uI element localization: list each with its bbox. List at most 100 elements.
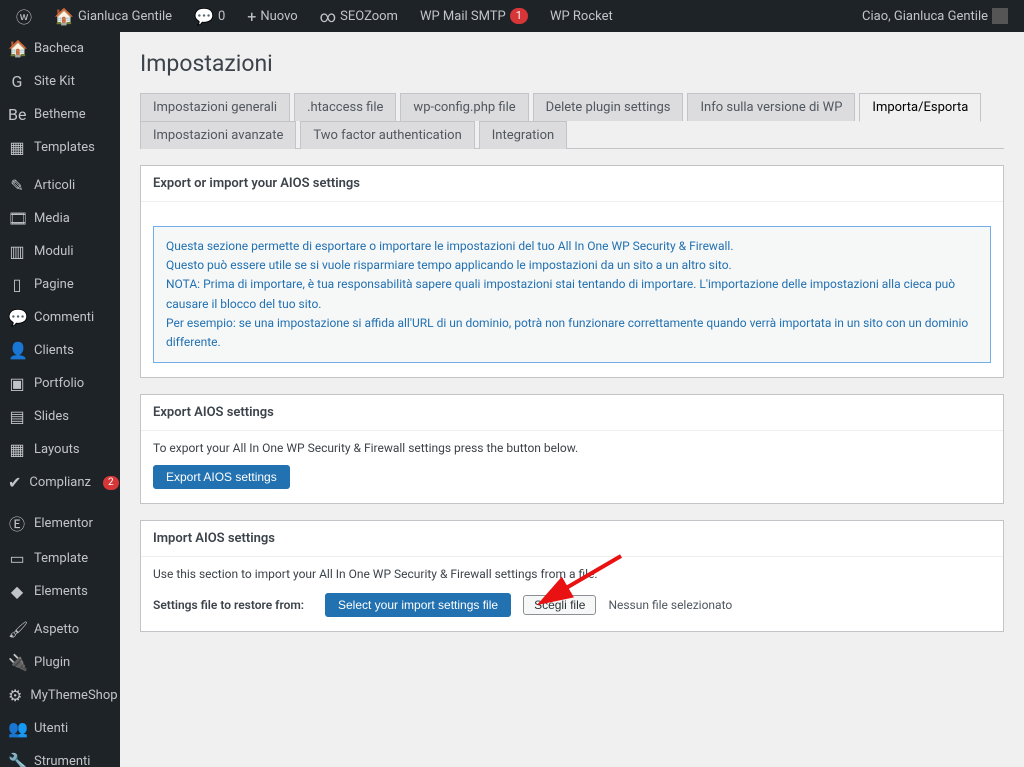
sidebar-item-elementor[interactable]: ⒺElementor <box>0 504 120 542</box>
comments-link[interactable]: 💬0 <box>186 0 233 32</box>
sidebar-item-label: Articoli <box>34 178 75 193</box>
admin-bar: ⓦ 🏠Gianluca Gentile 💬0 +Nuovo ∞SEOZoom W… <box>0 0 1024 32</box>
sidebar-item-media[interactable]: 🎞 Media <box>0 202 120 235</box>
sidebar-item-utenti[interactable]: 👥 Utenti <box>0 712 120 745</box>
export-button[interactable]: Export AIOS settings <box>153 465 290 489</box>
sidebar-item-mythemeshop[interactable]: ⚙MyThemeShop <box>0 679 120 712</box>
sidebar-item-label: Media <box>34 211 70 226</box>
export-desc: To export your All In One WP Security & … <box>153 441 991 455</box>
menu-icon: 🎞 <box>8 209 26 228</box>
menu-icon: 👤 <box>8 341 26 360</box>
notice-line: Questo può essere utile se si vuole risp… <box>166 256 978 275</box>
tab-impostazioni-avanzate[interactable]: Impostazioni avanzate <box>140 121 296 149</box>
sidebar-item-templates[interactable]: ▦Templates <box>0 131 120 164</box>
menu-icon: ◆ <box>8 582 26 601</box>
tab-delete-plugin-settings[interactable]: Delete plugin settings <box>533 93 684 121</box>
wprocket-link[interactable]: WP Rocket <box>542 0 621 32</box>
tab-info-sulla-versione-di-wp[interactable]: Info sulla versione di WP <box>687 93 855 121</box>
menu-icon: ▦ <box>8 138 26 157</box>
choose-file-button[interactable]: Scegli file <box>523 595 596 615</box>
sidebar-item-articoli[interactable]: ✎ Articoli <box>0 169 120 202</box>
tab-two-factor-authentication[interactable]: Two factor authentication <box>300 121 474 149</box>
menu-icon: ✎ <box>8 176 26 195</box>
sidebar-item-site-kit[interactable]: GSite Kit <box>0 65 120 98</box>
menu-icon: Be <box>8 105 26 124</box>
menu-icon: Ⓔ <box>8 511 26 535</box>
menu-icon: 🏠 <box>8 39 26 58</box>
menu-icon: 🔧 <box>8 752 26 767</box>
tab-integration[interactable]: Integration <box>479 121 567 149</box>
tab--htaccess-file[interactable]: .htaccess file <box>294 93 396 121</box>
notice-line: Questa sezione permette di esportare o i… <box>166 237 978 256</box>
comments-count: 0 <box>218 9 225 24</box>
sidebar-item-label: Clients <box>34 343 74 358</box>
sidebar-item-complianz[interactable]: ✔Complianz2 <box>0 466 120 499</box>
tab-importa-esporta[interactable]: Importa/Esporta <box>859 93 981 122</box>
menu-icon: ▦ <box>8 440 26 459</box>
admin-bar-right: Ciao, Gianluca Gentile <box>854 0 1016 32</box>
new-label: Nuovo <box>260 9 297 24</box>
wpmail-badge: 1 <box>510 8 528 24</box>
tab-wp-config-php-file[interactable]: wp-config.php file <box>400 93 528 121</box>
menu-icon: ✔ <box>8 473 21 492</box>
file-status: Nessun file selezionato <box>608 598 732 612</box>
sidebar-item-label: Plugin <box>34 655 70 670</box>
sidebar-item-label: Elements <box>34 584 88 599</box>
site-name[interactable]: 🏠 Gianluca Gentile <box>46 0 180 32</box>
sidebar-item-label: Pagine <box>34 277 74 292</box>
wp-logo[interactable]: ⓦ <box>8 0 40 32</box>
tab-impostazioni-generali[interactable]: Impostazioni generali <box>140 93 290 121</box>
sidebar-item-betheme[interactable]: Be Betheme <box>0 98 120 131</box>
sidebar-item-label: Moduli <box>34 244 74 259</box>
import-form-row: Settings file to restore from: Select yo… <box>153 593 991 617</box>
menu-icon: ▥ <box>8 242 26 261</box>
sidebar-item-label: Template <box>34 551 88 566</box>
sidebar-item-strumenti[interactable]: 🔧 Strumenti <box>0 745 120 767</box>
sidebar-item-label: Commenti <box>34 310 94 325</box>
sidebar-item-elements[interactable]: ◆ Elements <box>0 575 120 608</box>
sidebar-item-label: Utenti <box>34 721 68 736</box>
user-greeting[interactable]: Ciao, Gianluca Gentile <box>854 0 1016 32</box>
sidebar-item-label: Betheme <box>34 107 86 122</box>
admin-bar-left: ⓦ 🏠Gianluca Gentile 💬0 +Nuovo ∞SEOZoom W… <box>8 0 621 32</box>
import-label: Settings file to restore from: <box>153 598 313 612</box>
seozoom-link[interactable]: ∞SEOZoom <box>312 0 406 32</box>
new-content[interactable]: + Nuovo <box>239 0 305 32</box>
info-notice: Questa sezione permette di esportare o i… <box>153 226 991 363</box>
home-icon: 🏠 <box>54 7 74 26</box>
menu-icon: ▭ <box>8 549 26 568</box>
sidebar-item-commenti[interactable]: 💬Commenti <box>0 301 120 334</box>
sidebar-item-label: Layouts <box>34 442 80 457</box>
sidebar-item-layouts[interactable]: ▦ Layouts <box>0 433 120 466</box>
page-title: Impostazioni <box>140 50 1004 77</box>
plus-icon: + <box>247 7 256 26</box>
sidebar-item-moduli[interactable]: ▥ Moduli <box>0 235 120 268</box>
menu-icon: 👥 <box>8 719 26 738</box>
menu-icon: 🔌 <box>8 653 26 672</box>
sidebar-item-clients[interactable]: 👤 Clients <box>0 334 120 367</box>
export-import-box: Export or import your AIOS settings Ques… <box>140 165 1004 378</box>
sidebar-item-label: MyThemeShop <box>30 688 117 703</box>
select-import-file-button[interactable]: Select your import settings file <box>325 593 511 617</box>
sidebar-item-plugin[interactable]: 🔌 Plugin <box>0 646 120 679</box>
main-content: Impostazioni Impostazioni generali.htacc… <box>120 32 1024 672</box>
menu-icon: ▣ <box>8 374 26 393</box>
sidebar-item-slides[interactable]: ▤Slides <box>0 400 120 433</box>
seozoom-label: SEOZoom <box>340 9 398 24</box>
sidebar-item-pagine[interactable]: ▯ Pagine <box>0 268 120 301</box>
sidebar-item-aspetto[interactable]: 🖌Aspetto <box>0 613 120 646</box>
menu-icon: ▯ <box>8 275 26 294</box>
comment-icon: 💬 <box>194 7 214 26</box>
sidebar-item-template[interactable]: ▭ Template <box>0 542 120 575</box>
sidebar-item-label: Slides <box>34 409 69 424</box>
sidebar-item-bacheca[interactable]: 🏠 Bacheca <box>0 32 120 65</box>
site-name-label: Gianluca Gentile <box>78 9 172 24</box>
tab-bar: Impostazioni generali.htaccess filewp-co… <box>140 93 1004 149</box>
export-heading: Export AIOS settings <box>141 395 1003 431</box>
sidebar-item-label: Bacheca <box>34 41 84 56</box>
sidebar-item-portfolio[interactable]: ▣Portfolio <box>0 367 120 400</box>
import-desc: Use this section to import your All In O… <box>153 567 991 581</box>
sidebar-item-label: Site Kit <box>34 74 75 89</box>
sidebar-item-label: Strumenti <box>34 754 90 767</box>
wpmail-link[interactable]: WP Mail SMTP1 <box>412 0 536 32</box>
